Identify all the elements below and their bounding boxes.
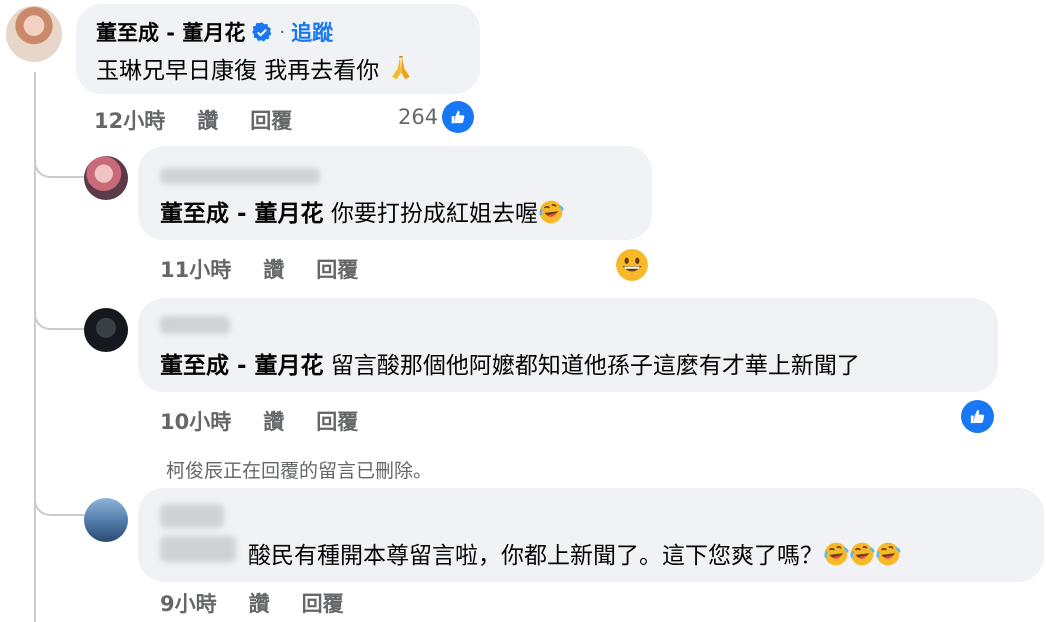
reaction-summary[interactable]: 264 [398, 101, 475, 133]
separator-dot: · [279, 21, 286, 43]
thread-connector [34, 140, 86, 178]
verified-badge-icon [251, 21, 273, 43]
comment-time[interactable]: 9小時 [160, 588, 217, 618]
reply-button[interactable]: 回覆 [302, 588, 344, 618]
follow-button[interactable]: 追蹤 [291, 17, 333, 47]
folded-hands-emoji [387, 54, 415, 82]
like-button[interactable]: 讚 [263, 406, 284, 436]
mention-tag[interactable]: 董至成 - 董月花 [160, 201, 324, 227]
blurred-author-name [160, 316, 230, 334]
blurred-author-name [160, 168, 320, 184]
comment-bubble: 酸民有種開本尊留言啦，你都上新聞了。這下您爽了嗎？ [138, 488, 1044, 582]
comment-text: 酸民有種開本尊留言啦，你都上新聞了。這下您爽了嗎？ [248, 543, 823, 569]
like-icon [442, 101, 475, 133]
like-button[interactable]: 讚 [197, 105, 218, 135]
rolling-laughing-emoji [875, 541, 901, 567]
thread-connector [34, 292, 86, 330]
like-button[interactable]: 讚 [263, 254, 284, 284]
comment-text: 你要打扮成紅姐去喔 [330, 201, 538, 227]
rolling-laughing-emoji [538, 199, 564, 225]
comment-author[interactable]: 董至成 - 董月花 [96, 17, 245, 47]
comment-bubble: 董至成 - 董月花 · 追蹤 玉琳兄早日康復 我再去看你 [76, 4, 480, 94]
avatar[interactable] [6, 6, 62, 62]
mention-tag[interactable]: 董至成 - 董月花 [160, 353, 324, 379]
deleted-comment-notice: 柯俊辰正在回覆的留言已刪除。 [166, 460, 433, 482]
comment-time[interactable]: 10小時 [160, 406, 231, 436]
comment-text: 留言酸那個他阿嬤都知道他孫子這麼有才華上新聞了 [330, 353, 860, 379]
like-button[interactable]: 讚 [249, 588, 270, 618]
reply-button[interactable]: 回覆 [316, 254, 358, 284]
blurred-author-name [160, 504, 224, 528]
comment-bubble: 董至成 - 董月花 你要打扮成紅姐去喔 [138, 146, 652, 240]
comment-time[interactable]: 12小時 [94, 105, 165, 135]
avatar[interactable] [84, 498, 128, 542]
grinning-face-icon[interactable] [615, 248, 649, 282]
like-icon[interactable] [961, 400, 994, 433]
comment-text: 玉琳兄早日康復 我再去看你 [96, 58, 380, 84]
reaction-count: 264 [398, 105, 439, 129]
blurred-author-name [160, 536, 236, 562]
comment-bubble: 董至成 - 董月花 留言酸那個他阿嬤都知道他孫子這麼有才華上新聞了 [138, 298, 998, 392]
rolling-laughing-emoji [823, 541, 849, 567]
avatar[interactable] [84, 156, 128, 200]
thread-connector [34, 478, 86, 516]
rolling-laughing-emoji [849, 541, 875, 567]
comment-time[interactable]: 11小時 [160, 254, 231, 284]
avatar[interactable] [84, 308, 128, 352]
reply-button[interactable]: 回覆 [316, 406, 358, 436]
reply-button[interactable]: 回覆 [250, 105, 292, 135]
